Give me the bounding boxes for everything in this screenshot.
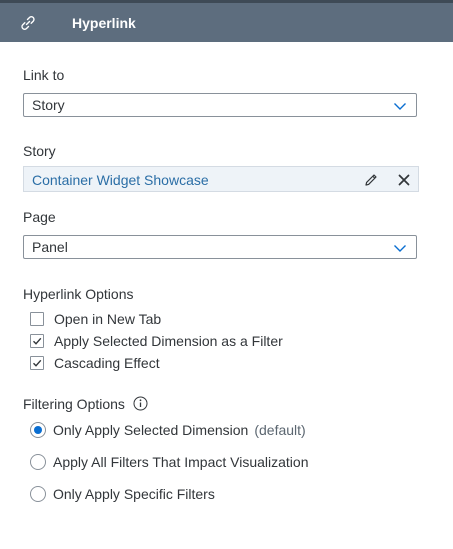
radio-button[interactable] [30,422,46,438]
page-select[interactable]: Panel [23,235,417,259]
radio-hint: (default) [254,422,306,438]
radio-all-filters[interactable]: Apply All Filters That Impact Visualizat… [30,453,309,471]
filtering-options-label: Filtering Options [23,396,125,412]
story-field: Container Widget Showcase [23,166,419,192]
chevron-down-icon [394,245,406,252]
checkmark-icon [33,359,42,367]
checkbox[interactable] [30,312,44,326]
radio-label: Only Apply Specific Filters [53,486,215,502]
checkbox-cascading-effect[interactable]: Cascading Effect [30,354,160,372]
radio-button[interactable] [30,454,46,470]
chevron-down-icon [394,103,406,110]
page-value: Panel [32,239,68,255]
link-to-value: Story [32,97,65,113]
radio-button[interactable] [30,486,46,502]
radio-label: Apply All Filters That Impact Visualizat… [53,454,309,470]
checkmark-icon [33,337,42,345]
checkbox-label: Open in New Tab [54,311,162,327]
hyperlink-options-label: Hyperlink Options [23,286,134,302]
link-to-label: Link to [23,67,65,83]
checkbox-apply-dimension-filter[interactable]: Apply Selected Dimension as a Filter [30,332,283,350]
story-label: Story [23,143,56,159]
story-value[interactable]: Container Widget Showcase [32,172,209,188]
checkbox[interactable] [30,334,44,348]
info-icon[interactable] [133,396,148,411]
panel-title: Hyperlink [72,15,136,31]
radio-only-selected-dimension[interactable]: Only Apply Selected Dimension (default) [30,421,306,439]
close-icon[interactable] [396,172,412,188]
radio-label: Only Apply Selected Dimension [53,422,249,438]
filtering-options-heading: Filtering Options [23,396,148,412]
link-icon [21,16,35,30]
checkbox-open-new-tab[interactable]: Open in New Tab [30,310,161,328]
radio-specific-filters[interactable]: Only Apply Specific Filters [30,485,215,503]
checkbox-label: Apply Selected Dimension as a Filter [54,333,283,349]
link-to-select[interactable]: Story [23,93,417,117]
panel-header: Hyperlink [0,0,453,42]
checkbox-label: Cascading Effect [54,355,160,371]
edit-icon[interactable] [363,172,379,188]
checkbox[interactable] [30,356,44,370]
page-label: Page [23,209,56,225]
